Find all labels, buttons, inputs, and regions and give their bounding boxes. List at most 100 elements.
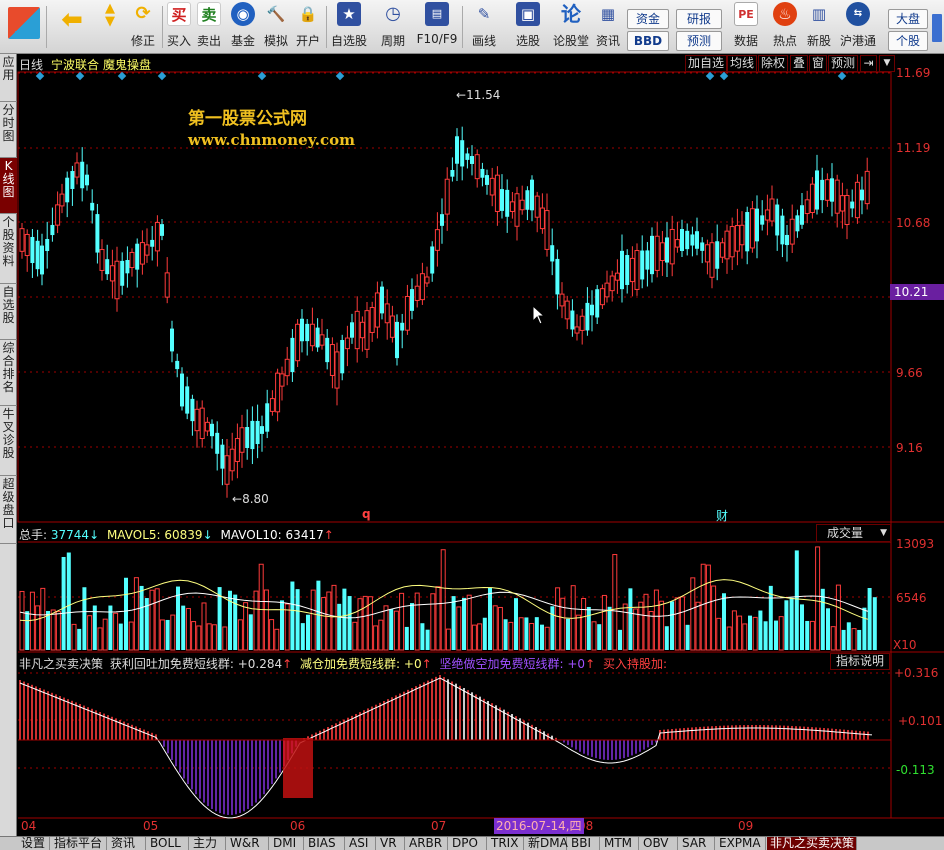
pin-icon[interactable]: ⇥ — [860, 55, 877, 72]
bottom-tab[interactable]: SAR — [679, 837, 715, 850]
bottom-tab[interactable]: BBI — [568, 837, 600, 850]
volume-bar — [181, 605, 186, 650]
candle-down — [65, 177, 70, 203]
volume-bar — [410, 603, 414, 650]
bottom-tab[interactable]: ARBR — [406, 837, 448, 850]
volume-bar — [679, 596, 685, 651]
candle-down — [455, 136, 459, 164]
volume-bar — [373, 625, 379, 651]
volume-bar — [618, 629, 622, 650]
formula-name[interactable]: 魔鬼操盘 — [103, 56, 151, 73]
chevron-down-icon[interactable]: ▼ — [879, 55, 895, 72]
month-label: 04 — [21, 819, 37, 833]
window-button[interactable]: 窗 — [809, 55, 828, 72]
event-marker-finance[interactable]: 财 — [716, 507, 728, 524]
kline-chart-canvas[interactable] — [0, 0, 944, 836]
candle-down — [440, 214, 444, 226]
volume-bar — [139, 585, 144, 650]
bottom-tab[interactable]: 非凡之买卖决策 — [767, 837, 857, 850]
bottom-tab[interactable]: DMI — [270, 837, 304, 850]
candle-down — [170, 328, 174, 352]
bottom-tab[interactable]: EXPMA — [716, 837, 766, 850]
event-diamond-icon[interactable] — [75, 71, 85, 81]
indicator-tick: +0.316 — [894, 666, 939, 680]
indicator-explain-button[interactable]: 指标说明 — [830, 653, 890, 670]
bottom-tab[interactable]: 设置 — [18, 837, 50, 850]
bottom-tab[interactable]: BOLL — [147, 837, 189, 850]
bottom-tab[interactable]: 新DMA — [525, 837, 568, 850]
volume-bar — [306, 614, 310, 650]
volume-bar — [862, 607, 867, 650]
add-watchlist-button[interactable]: 加自选 — [685, 55, 728, 72]
bottom-tab[interactable]: DPO — [449, 837, 487, 850]
indicator-tab-strip: 设置 指标平台 资讯 BOLL 主力 W&R DMI BIAS ASI VR ARBR DPO TRIX… — [0, 836, 944, 850]
indicator-select[interactable]: 成交量 ▼ — [816, 524, 891, 542]
bottom-tab[interactable]: W&R — [227, 837, 269, 850]
bottom-tab[interactable]: 主力 — [190, 837, 226, 850]
candle-up — [839, 195, 845, 212]
volume-bar — [518, 617, 524, 651]
volume-bar — [66, 552, 71, 650]
bottom-tab[interactable]: BIAS — [305, 837, 345, 850]
volume-bar — [503, 619, 508, 650]
event-diamond-icon[interactable] — [837, 71, 847, 81]
indicator-item2-value: +0 — [403, 657, 422, 671]
candle-up — [59, 193, 65, 207]
candle-down — [450, 170, 455, 177]
candle-up — [629, 257, 635, 283]
volume-bar — [601, 594, 607, 651]
bottom-tab[interactable]: 资讯 — [108, 837, 146, 850]
volume-bar — [154, 588, 160, 651]
volume-bar — [425, 629, 430, 650]
candle-down — [395, 321, 399, 359]
bottom-tab[interactable]: TRIX — [488, 837, 524, 850]
candle-up — [739, 224, 745, 246]
volume-bar — [253, 590, 259, 651]
period-label[interactable]: 日线 — [19, 56, 43, 73]
volume-bar — [35, 605, 41, 651]
bottom-tab[interactable]: 指标平台 — [51, 837, 107, 850]
ex-rights-button[interactable]: 除权 — [758, 55, 789, 72]
candle-up — [724, 230, 730, 260]
volume-bar — [674, 597, 680, 651]
candle-down — [175, 360, 180, 370]
event-marker-q[interactable]: q — [362, 507, 371, 521]
indicator-header: 非凡之买卖决策 获利回吐加免费短线群: +0.284↑ 减仓加免费短线群: +0… — [19, 657, 668, 671]
bottom-tab[interactable]: VR — [377, 837, 405, 850]
candle-up — [599, 288, 605, 306]
candle-up — [769, 198, 775, 222]
volume-bar — [290, 581, 295, 650]
volume-bar — [566, 618, 570, 650]
event-diamond-icon[interactable] — [117, 71, 127, 81]
candle-down — [90, 202, 95, 211]
volume-bar — [643, 593, 649, 651]
candle-down — [305, 323, 310, 342]
candle-up — [384, 303, 390, 324]
bottom-tab[interactable]: OBV — [640, 837, 678, 850]
moving-average-button[interactable]: 均线 — [727, 55, 758, 72]
volume-bar — [149, 589, 155, 651]
candle-down — [35, 240, 40, 270]
bottom-tab[interactable]: MTM — [601, 837, 639, 850]
candle-up — [709, 242, 715, 278]
event-diamond-icon[interactable] — [705, 71, 715, 81]
candle-down — [485, 175, 489, 185]
forecast-chart-button[interactable]: 预测 — [828, 55, 859, 72]
bottom-tab[interactable]: ASI — [346, 837, 376, 850]
event-diamond-icon[interactable] — [157, 71, 167, 81]
volume-bar — [321, 597, 327, 651]
volume-bar — [87, 615, 93, 651]
volume-bar — [638, 601, 644, 651]
volume-bar — [82, 587, 87, 650]
volume-bar — [508, 621, 514, 651]
volume-bar — [705, 564, 711, 651]
overlay-button[interactable]: 叠 — [790, 55, 809, 72]
candle-down — [410, 289, 414, 311]
candle-up — [354, 310, 360, 350]
candle-down — [50, 224, 55, 236]
volume-bar — [466, 594, 472, 651]
volume-bar — [581, 598, 587, 651]
candle-up — [729, 226, 735, 258]
volume-bar — [670, 601, 674, 650]
volume-bar — [310, 589, 316, 651]
